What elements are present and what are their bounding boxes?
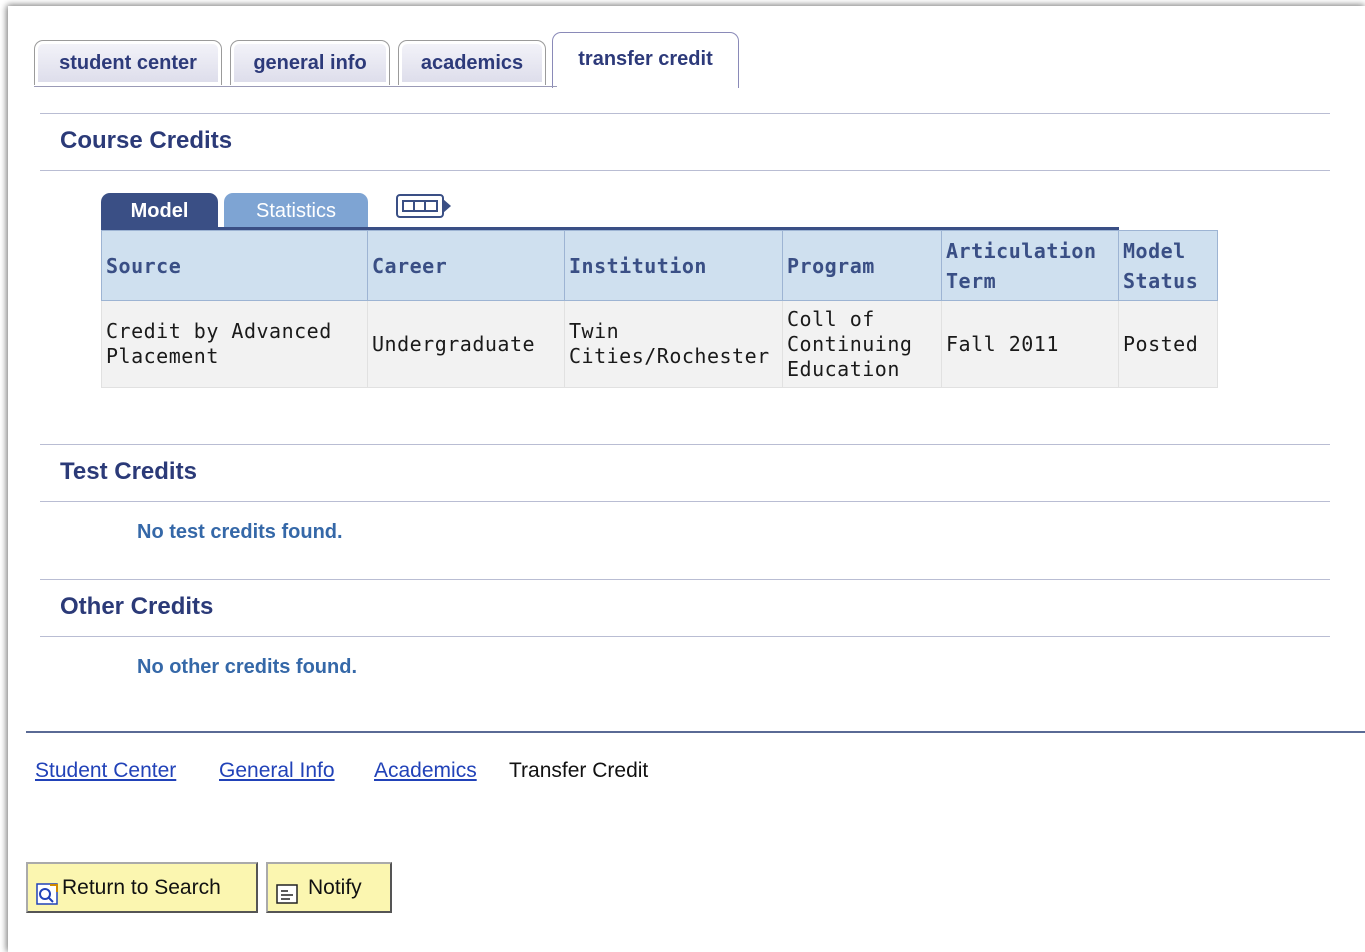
test-credits-empty-message: No test credits found.: [137, 521, 343, 543]
column-header-model-status: Model Status: [1118, 230, 1218, 301]
cell-program: Coll of Continuing Education: [782, 300, 942, 388]
cell-articulation-term: Fall 2011: [941, 300, 1119, 388]
cell-institution: Twin Cities/Rochester: [564, 300, 783, 388]
course-credits-title: Course Credits: [60, 127, 233, 154]
cell-model-status: Posted: [1118, 300, 1218, 388]
footer-link-general-info[interactable]: General Info: [219, 759, 335, 783]
test-credits-title: Test Credits: [60, 458, 197, 485]
tab-baseline: [34, 86, 557, 87]
footer-divider: [26, 731, 1365, 733]
divider: [40, 170, 1330, 171]
course-credits-table: Source Career Institution Program Articu…: [101, 230, 1218, 388]
divider: [40, 636, 1330, 637]
cell-career: Undergraduate: [367, 300, 565, 388]
show-all-columns-icon[interactable]: [396, 194, 452, 220]
footer-link-academics[interactable]: Academics: [374, 759, 477, 783]
tab-transfer-credit[interactable]: transfer credit: [552, 32, 739, 88]
divider: [40, 501, 1330, 502]
notify-button[interactable]: Notify: [266, 862, 392, 913]
tab-general-info[interactable]: general info: [230, 40, 390, 85]
notify-label: Notify: [308, 876, 362, 899]
table-row: Credit by Advanced Placement Undergradua…: [101, 300, 1218, 388]
column-header-career: Career: [367, 230, 565, 301]
other-credits-title: Other Credits: [60, 593, 214, 620]
notify-icon: [276, 875, 298, 904]
table-header-row: Source Career Institution Program Articu…: [101, 230, 1218, 301]
return-to-search-icon: [36, 875, 58, 905]
page-window: student center general info academics tr…: [8, 6, 1365, 952]
column-header-institution: Institution: [564, 230, 783, 301]
return-to-search-label: Return to Search: [62, 876, 221, 899]
footer-link-student-center[interactable]: Student Center: [35, 759, 176, 783]
tab-student-center[interactable]: student center: [34, 40, 222, 85]
column-header-program: Program: [782, 230, 942, 301]
column-header-source: Source: [101, 230, 368, 301]
grid-tab-model[interactable]: Model: [101, 193, 218, 228]
divider: [40, 579, 1330, 580]
cell-source: Credit by Advanced Placement: [101, 300, 368, 388]
grid-tab-statistics[interactable]: Statistics: [224, 193, 368, 228]
divider: [40, 113, 1330, 114]
column-header-articulation-term: Articulation Term: [941, 230, 1119, 301]
other-credits-empty-message: No other credits found.: [137, 656, 357, 678]
divider: [40, 444, 1330, 445]
tab-academics[interactable]: academics: [398, 40, 546, 85]
return-to-search-button[interactable]: Return to Search: [26, 862, 258, 913]
footer-current-page: Transfer Credit: [509, 759, 649, 782]
